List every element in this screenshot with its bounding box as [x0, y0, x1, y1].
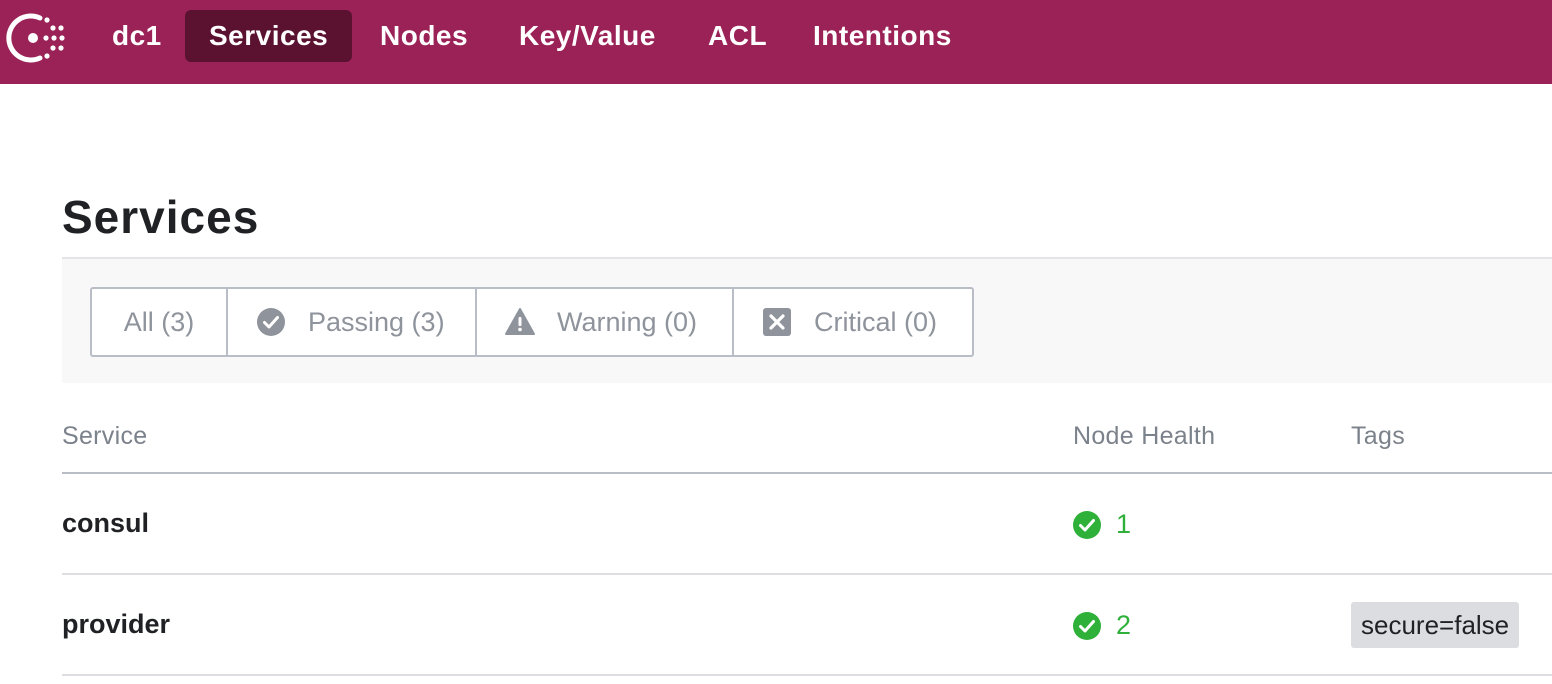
service-name-link[interactable]: consul: [62, 508, 149, 539]
service-name-link[interactable]: provider: [62, 609, 170, 640]
node-health: 2: [1072, 610, 1131, 641]
column-header-service: Service: [62, 422, 148, 450]
passing-check-icon: [1072, 611, 1102, 641]
health-filter-group: All (3) Passing (3) Warning (0) Critical…: [90, 287, 974, 357]
column-header-node-health: Node Health: [1073, 422, 1216, 450]
column-header-tags: Tags: [1351, 422, 1406, 450]
warning-triangle-icon: [505, 307, 535, 337]
filter-critical-label: Critical (0): [814, 306, 938, 337]
check-circle-icon: [256, 307, 286, 337]
consul-logo-icon[interactable]: [6, 10, 66, 66]
table-row[interactable]: provider 2 secure=false: [62, 576, 1552, 676]
datacenter-selector[interactable]: dc1: [88, 10, 186, 62]
filter-all[interactable]: All (3): [92, 289, 228, 355]
filter-all-label: All (3): [123, 306, 195, 337]
header-divider: [62, 472, 1552, 474]
nav-intentions[interactable]: Intentions: [789, 10, 976, 62]
filter-warning[interactable]: Warning (0): [477, 289, 734, 355]
filter-passing[interactable]: Passing (3): [228, 289, 477, 355]
health-count: 2: [1116, 610, 1132, 640]
filter-bar: All (3) Passing (3) Warning (0) Critical…: [62, 257, 1552, 383]
passing-check-icon: [1072, 510, 1102, 540]
service-tag: secure=false: [1351, 602, 1520, 648]
filter-warning-label: Warning (0): [557, 306, 698, 337]
nav-key-value[interactable]: Key/Value: [495, 10, 680, 62]
health-count: 1: [1116, 509, 1132, 539]
nav-acl[interactable]: ACL: [684, 10, 791, 62]
filter-critical[interactable]: Critical (0): [734, 289, 972, 355]
x-square-icon: [762, 307, 792, 337]
table-row[interactable]: consul 1: [62, 475, 1552, 575]
filter-passing-label: Passing (3): [308, 306, 445, 337]
nav-services[interactable]: Services: [185, 10, 353, 62]
nav-nodes[interactable]: Nodes: [356, 10, 492, 62]
node-health: 1: [1072, 509, 1131, 540]
page-title: Services: [62, 191, 260, 243]
top-navigation: dc1 Services Nodes Key/Value ACL Intenti…: [0, 0, 1552, 84]
